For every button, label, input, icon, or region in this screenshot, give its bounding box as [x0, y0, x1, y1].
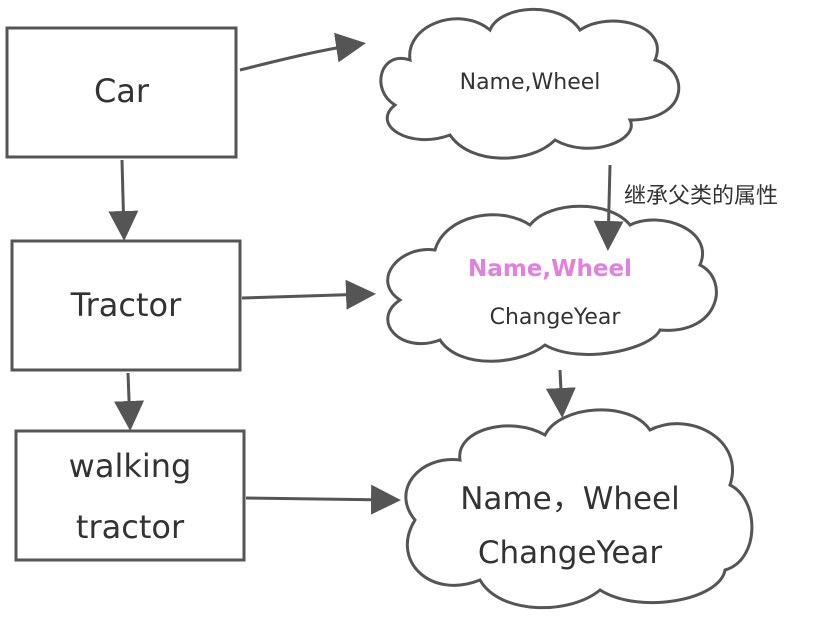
- walking-label-1: walking: [68, 447, 192, 485]
- walking-label-2: tractor: [75, 508, 185, 546]
- tractor-label: Tractor: [70, 286, 182, 324]
- car-cloud-text: Name,Wheel: [459, 70, 601, 95]
- car-label: Car: [93, 72, 150, 110]
- inheritance-diagram: Car Tractor walking tractor Name,Wheel N…: [0, 0, 838, 632]
- arrow-car-to-tractor: [108, 159, 139, 241]
- tractor-cloud-inherited: Name,Wheel: [468, 256, 632, 282]
- arrow-cloud-inherit-1: [593, 164, 624, 251]
- walking-cloud-line2: ChangeYear: [477, 535, 663, 571]
- tractor-cloud-own: ChangeYear: [489, 305, 621, 330]
- arrow-tractor-to-cloud: [241, 279, 376, 310]
- arrow-walking-to-cloud: [245, 484, 401, 515]
- arrow-cloud-inherit-2: [545, 369, 576, 418]
- tractor-cloud: [386, 204, 718, 363]
- inherit-annotation: 继承父类的属性: [624, 184, 779, 209]
- arrow-car-to-cloud: [239, 32, 366, 72]
- arrow-tractor-to-walking: [114, 372, 145, 431]
- walking-cloud-line1: Name，Wheel: [460, 481, 680, 517]
